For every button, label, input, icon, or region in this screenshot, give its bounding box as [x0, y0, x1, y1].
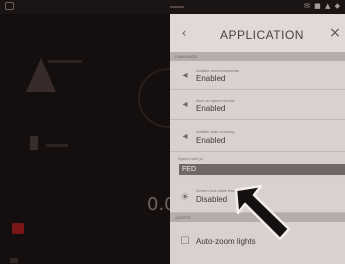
setting-row-speed-record[interactable]: ◂ Alert on speed record Enabled — [170, 90, 345, 120]
status-indicator — [170, 6, 184, 8]
background-label — [46, 144, 68, 147]
notification-icon — [5, 2, 14, 10]
status-bar: ✉ ■ ▲ ◆ — [0, 0, 345, 14]
setting-value: Disabled — [196, 195, 228, 204]
checkbox-icon[interactable]: ☐ — [179, 236, 191, 248]
warning-icon[interactable] — [12, 223, 24, 234]
setting-row-announcements[interactable]: ◂ Audible announcements Enabled — [170, 61, 345, 90]
setting-value: Enabled — [196, 136, 226, 145]
battery-icon — [30, 136, 38, 150]
pointer-arrow-icon — [234, 184, 291, 241]
speed-unit-field[interactable]: FED — [179, 164, 345, 175]
section-header-language: LANGUAGE — [170, 52, 345, 61]
volume-icon: ◂ — [182, 131, 188, 142]
setting-row-auto-zooming[interactable]: ◂ Audible auto zooming Enabled — [170, 120, 345, 152]
background-app: 0.0 — [0, 14, 198, 264]
setting-label: Audible announcements — [196, 68, 239, 73]
status-icons: ✉ ■ ▲ ◆ — [304, 2, 341, 10]
close-icon[interactable]: × — [328, 26, 342, 40]
setting-value: Enabled — [196, 74, 226, 83]
setting-label: Alert on speed record — [196, 98, 235, 103]
sun-icon: ☀ — [180, 192, 190, 203]
volume-icon: ◂ — [182, 70, 188, 81]
volume-icon: ◂ — [182, 99, 188, 110]
setting-label: Audible auto zooming — [196, 129, 235, 134]
background-label — [48, 60, 82, 63]
panel-header: ‹ APPLICATION × — [170, 14, 345, 52]
tree-icon — [26, 58, 56, 92]
chevron-left-icon[interactable]: ‹ — [178, 26, 190, 40]
small-icon — [10, 258, 18, 263]
panel-title: APPLICATION — [220, 28, 304, 42]
setting-value: Enabled — [196, 104, 226, 113]
speed-unit-label: Speed unit (c) — [178, 156, 203, 161]
